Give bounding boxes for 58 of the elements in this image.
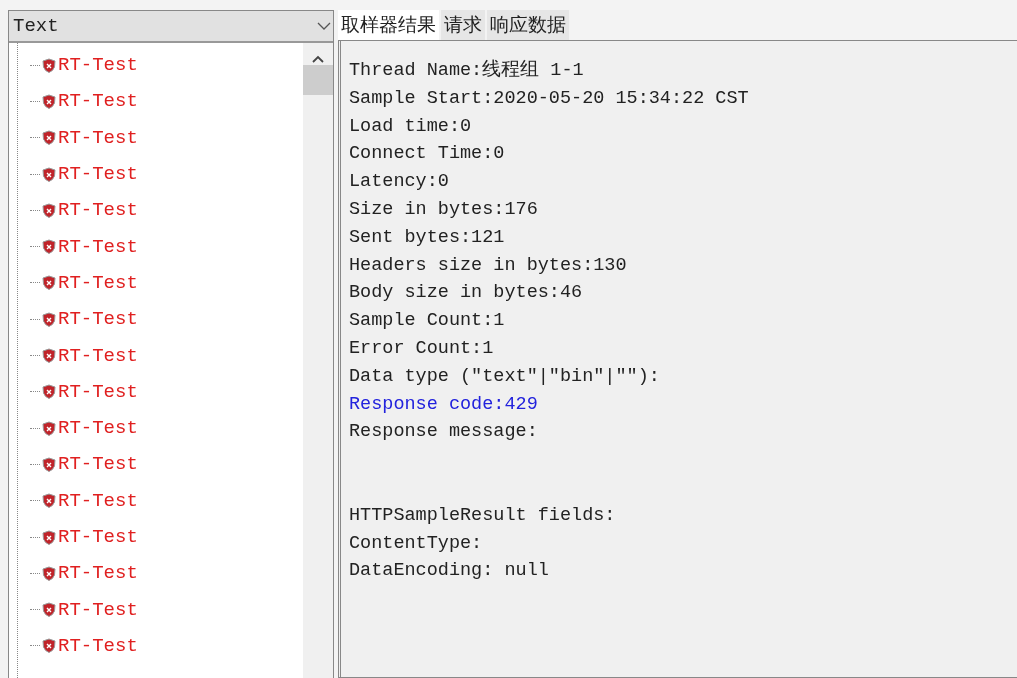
error-shield-icon <box>42 239 56 255</box>
error-shield-icon <box>42 57 56 73</box>
result-line: Sent bytes:121 <box>349 225 505 250</box>
tree-item[interactable]: RT-Test <box>58 199 138 222</box>
result-line: DataEncoding: null <box>349 559 549 584</box>
tree-item[interactable]: RT-Test <box>58 634 138 657</box>
tree-item[interactable]: RT-Test <box>58 417 138 440</box>
tree-item[interactable]: RT-Test <box>58 54 138 77</box>
tree-item[interactable]: RT-Test <box>58 90 138 113</box>
result-line: Thread Name:线程组 1-1 <box>349 58 584 83</box>
tree-item[interactable]: RT-Test <box>58 271 138 294</box>
result-line: Headers size in bytes:130 <box>349 253 627 278</box>
error-shield-icon <box>42 166 56 182</box>
result-line: Load time:0 <box>349 114 472 139</box>
chevron-down-icon <box>317 21 331 31</box>
tree-item[interactable]: RT-Test <box>58 380 138 403</box>
tree-item[interactable]: RT-Test <box>58 598 138 621</box>
error-shield-icon <box>42 93 56 109</box>
result-line: Error Count:1 <box>349 336 494 361</box>
tab[interactable]: 响应数据 <box>487 10 569 40</box>
error-shield-icon <box>42 348 56 363</box>
tab[interactable]: 请求 <box>441 10 485 40</box>
error-shield-icon <box>42 311 56 327</box>
tree-item[interactable]: RT-Test <box>58 308 138 331</box>
result-line: Sample Start:2020-05-20 15:34:22 CST <box>349 86 749 111</box>
tree-item[interactable]: RT-Test <box>58 126 138 149</box>
error-shield-icon <box>42 130 56 146</box>
result-line: Sample Count:1 <box>349 309 505 334</box>
result-line: Size in bytes:176 <box>349 198 538 222</box>
result-line: Connect Time:0 <box>349 142 505 167</box>
tree-item[interactable]: RT-Test <box>58 235 138 258</box>
error-shield-icon <box>42 420 56 436</box>
error-shield-icon <box>42 202 56 218</box>
result-line: Response message: <box>349 420 538 445</box>
error-shield-icon <box>42 456 56 472</box>
error-shield-icon <box>42 638 56 654</box>
result-line: Latency:0 <box>349 170 449 195</box>
error-shield-icon <box>42 275 56 291</box>
error-shield-icon <box>42 493 56 509</box>
view-dropdown[interactable]: Text <box>9 11 333 43</box>
scrollbar-thumb[interactable] <box>303 65 333 95</box>
tree-item[interactable]: RT-Test <box>58 562 138 585</box>
scroll-up-icon[interactable] <box>312 55 324 63</box>
tree-item[interactable]: RT-Test <box>58 453 138 476</box>
result-line: ContentType: <box>349 531 483 556</box>
tab[interactable]: 取样器结果 <box>338 10 439 40</box>
result-line: Body size in bytes:46 <box>349 281 583 306</box>
tree-item[interactable]: RT-Test <box>58 526 138 548</box>
error-shield-icon <box>42 529 56 545</box>
error-shield-icon <box>42 384 56 400</box>
tree-item[interactable]: RT-Test <box>58 344 138 367</box>
result-line: Response code:429 <box>349 392 538 417</box>
tree-item[interactable]: RT-Test <box>58 489 138 512</box>
result-line: HTTPSampleResult fields: <box>349 503 616 528</box>
error-shield-icon <box>42 602 56 618</box>
result-line: Data type ("text"|"bin"|""): <box>349 364 660 389</box>
error-shield-icon <box>42 565 56 581</box>
tree-item[interactable]: RT-Test <box>58 163 138 186</box>
